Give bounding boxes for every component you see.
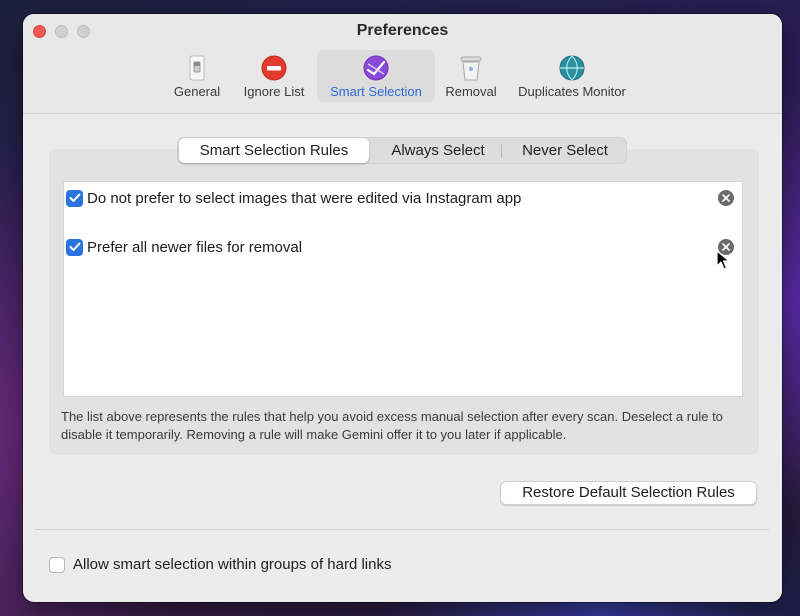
trash-icon — [457, 54, 485, 82]
tab-label: General — [173, 84, 221, 99]
checkmark-icon — [69, 193, 80, 202]
window-title: Preferences — [356, 22, 449, 39]
tab-general[interactable]: General — [165, 50, 229, 102]
list-item: Do not prefer to select images that were… — [66, 187, 740, 209]
checkmark-icon — [69, 242, 80, 251]
preferences-window: Preferences General Ignore List Smart Se… — [23, 14, 782, 602]
help-text: The list above represents the rules that… — [61, 409, 723, 442]
monitor-globe-icon — [558, 54, 586, 82]
tab-duplicates-monitor[interactable]: Duplicates Monitor — [509, 50, 635, 102]
no-entry-icon — [260, 54, 288, 82]
rule-checkbox[interactable] — [66, 189, 83, 207]
list-item: Prefer all newer files for removal — [66, 236, 740, 258]
segment-divider — [501, 144, 502, 158]
rules-segmented-control: Smart Selection Rules Always Select Neve… — [177, 137, 627, 164]
tab-removal[interactable]: Removal — [439, 50, 503, 102]
switch-icon — [183, 54, 211, 82]
tab-ignore-list[interactable]: Ignore List — [237, 50, 311, 102]
hard-links-checkbox[interactable] — [49, 556, 65, 573]
mouse-pointer-icon — [716, 250, 730, 275]
hard-links-option[interactable]: Allow smart selection within groups of h… — [49, 556, 391, 573]
segment-smart-selection-rules[interactable]: Smart Selection Rules — [179, 138, 369, 163]
tab-label: Smart Selection — [330, 84, 422, 99]
rules-list: Do not prefer to select images that were… — [63, 181, 743, 397]
close-icon — [722, 194, 730, 202]
divider — [35, 529, 769, 530]
rule-label: Do not prefer to select images that were… — [87, 189, 522, 207]
tab-label: Duplicates Monitor — [518, 84, 626, 99]
restore-default-rules-button[interactable]: Restore Default Selection Rules — [500, 481, 757, 505]
remove-rule-button[interactable] — [718, 190, 734, 206]
tab-label: Removal — [445, 84, 497, 99]
toolbar: Preferences General Ignore List Smart Se… — [23, 14, 782, 114]
rule-label: Prefer all newer files for removal — [87, 238, 303, 256]
segment-always-select[interactable]: Always Select — [376, 138, 500, 163]
tab-smart-selection[interactable]: Smart Selection — [317, 50, 435, 102]
hard-links-label: Allow smart selection within groups of h… — [73, 556, 392, 573]
segment-never-select[interactable]: Never Select — [504, 138, 626, 163]
tab-label: Ignore List — [243, 84, 305, 99]
smart-selection-icon — [362, 54, 390, 82]
rule-checkbox[interactable] — [66, 238, 83, 256]
